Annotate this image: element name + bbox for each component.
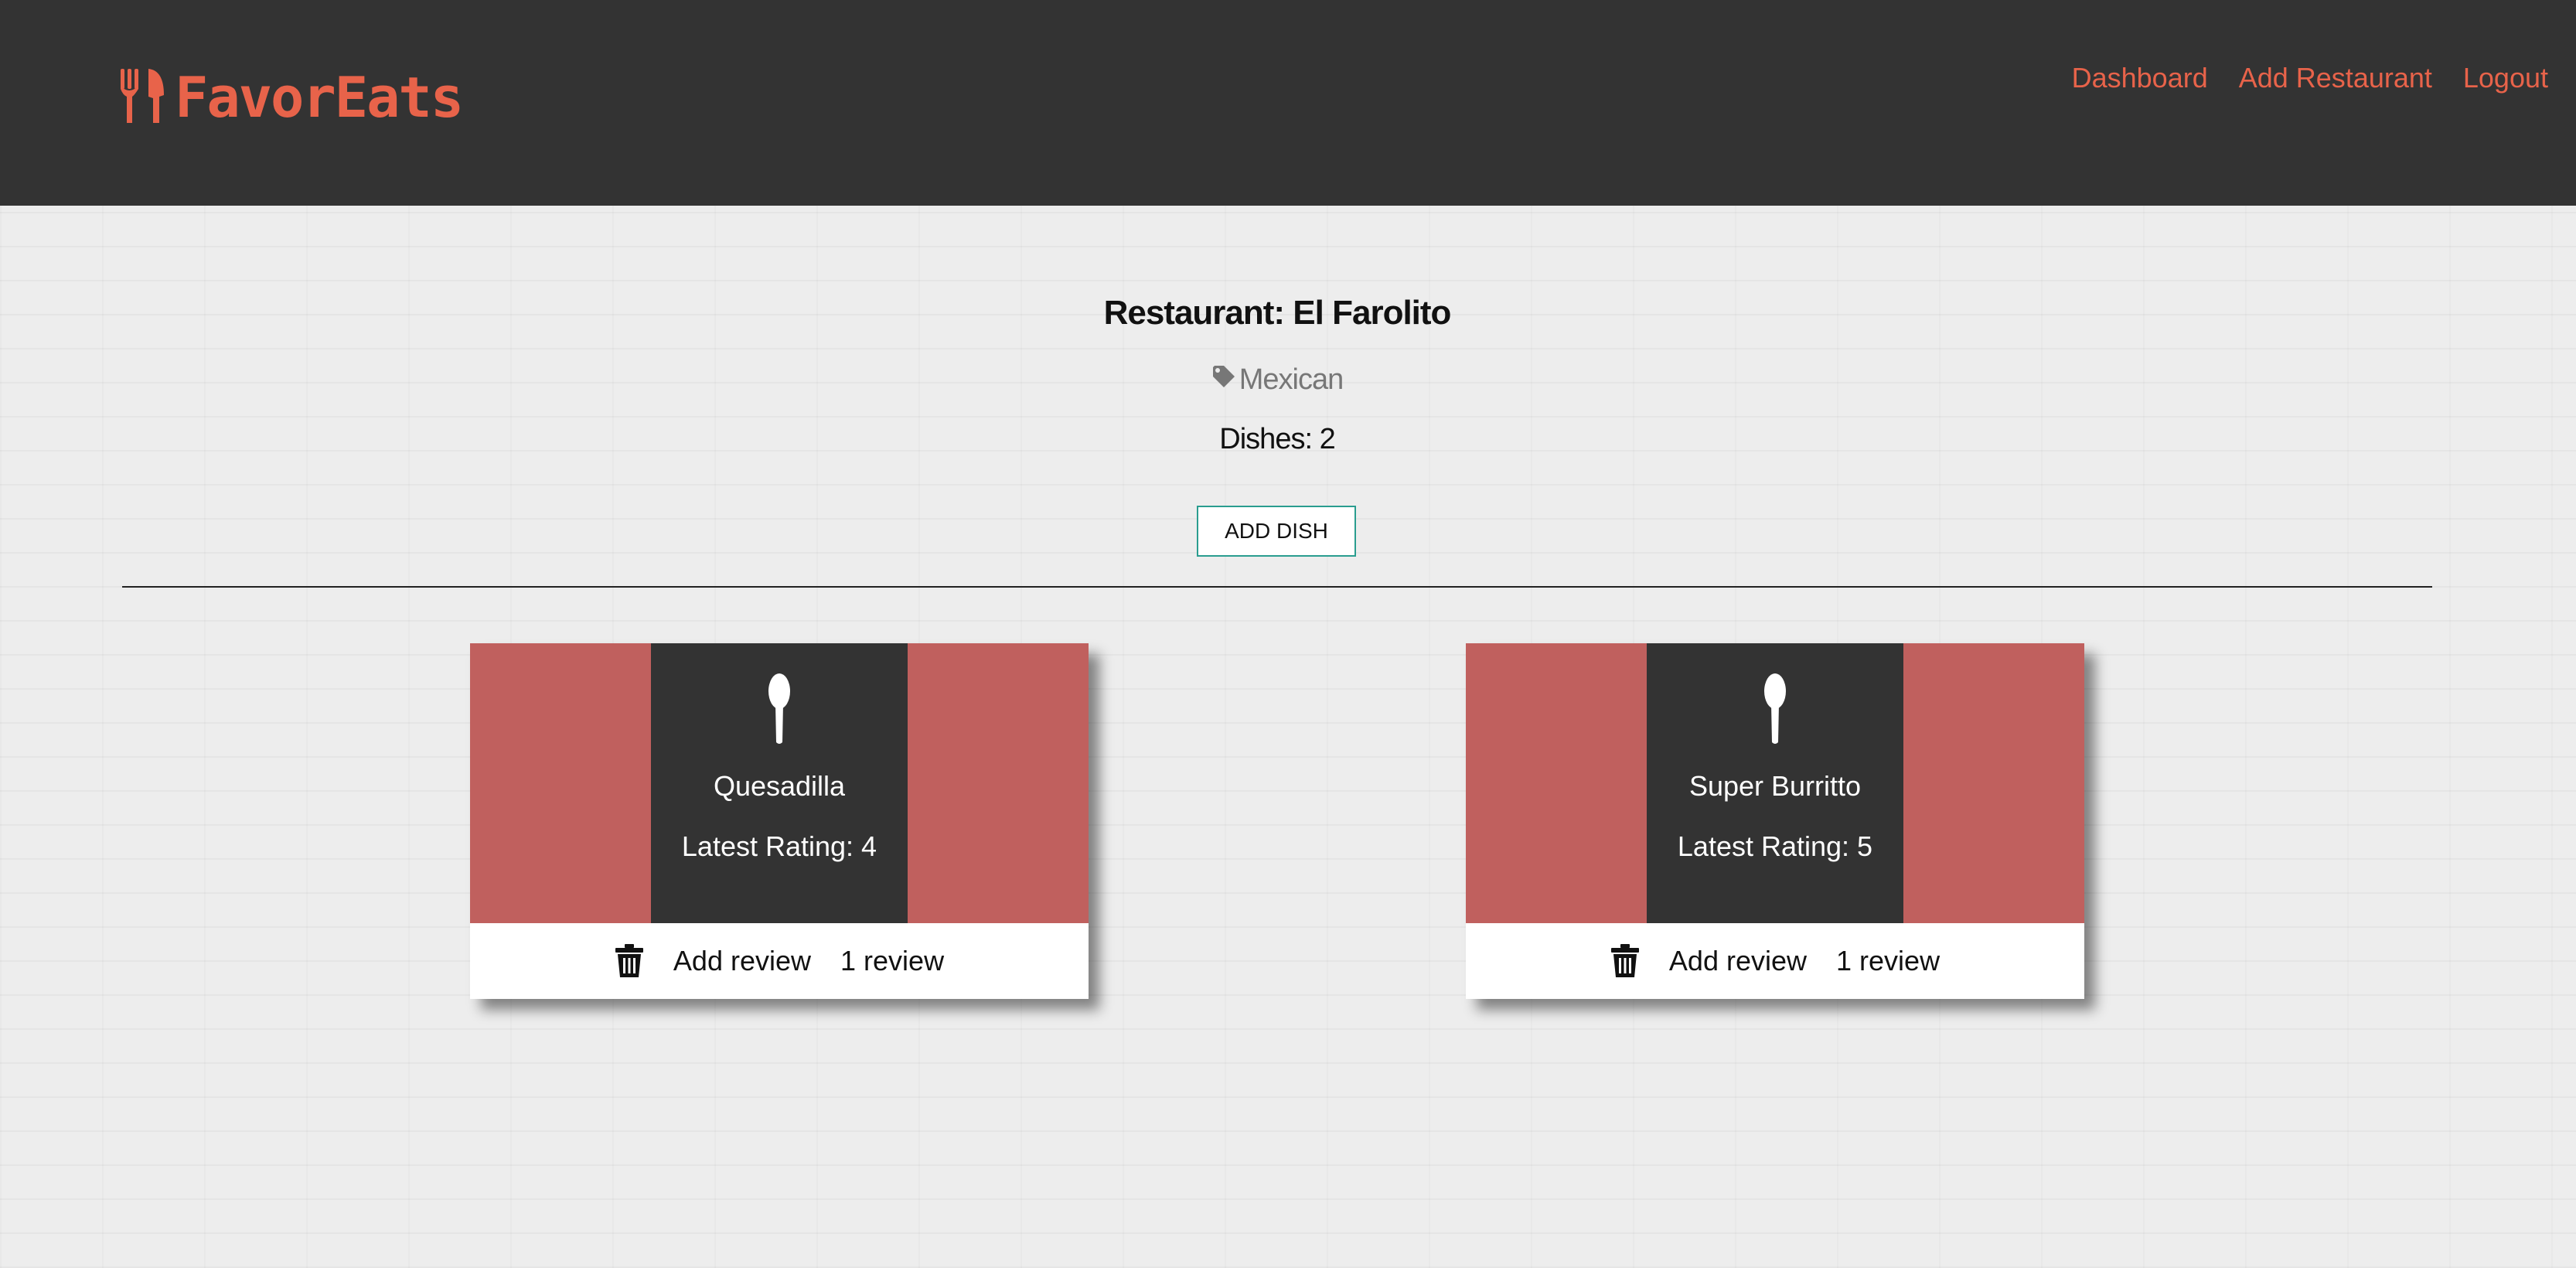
trash-icon[interactable]	[1610, 944, 1640, 978]
brand-name: FavorEats	[175, 65, 464, 130]
nav-add-restaurant-link[interactable]: Add Restaurant	[2239, 62, 2432, 94]
trash-icon[interactable]	[615, 944, 644, 978]
nav-dashboard-link[interactable]: Dashboard	[2072, 62, 2208, 94]
spoon-icon	[761, 673, 798, 751]
tag-icon	[1211, 363, 1236, 397]
nav-logout-link[interactable]: Logout	[2463, 62, 2548, 94]
navbar: FavorEats Dashboard Add Restaurant Logou…	[0, 0, 2576, 206]
restaurant-header: Restaurant: El Farolito Mexican Dishes: …	[0, 294, 2554, 456]
page-title: Restaurant: El Farolito	[1103, 294, 1452, 332]
nav-links: Dashboard Add Restaurant Logout	[2072, 62, 2548, 94]
spoon-icon	[1757, 673, 1794, 751]
fork-knife-icon	[119, 67, 167, 128]
dish-card-actions: Add review 1 review	[1466, 923, 2084, 999]
dish-name: Quesadilla	[713, 770, 846, 802]
dish-card: Quesadilla Latest Rating: 4 Add review 1…	[470, 643, 1089, 999]
review-count-link[interactable]: 1 review	[840, 945, 944, 977]
add-review-link[interactable]: Add review	[673, 945, 811, 977]
cuisine-label: Mexican	[1239, 363, 1344, 396]
dish-count: Dishes: 2	[1219, 423, 1335, 455]
dish-name: Super Burritto	[1688, 770, 1862, 802]
review-count-link[interactable]: 1 review	[1836, 945, 1940, 977]
dish-card-info: Super Burritto Latest Rating: 5	[1647, 643, 1903, 923]
dish-card-actions: Add review 1 review	[470, 923, 1089, 999]
dish-card: Super Burritto Latest Rating: 5 Add revi…	[1466, 643, 2084, 999]
divider	[122, 586, 2432, 588]
dish-latest-rating: Latest Rating: 5	[1677, 830, 1873, 862]
add-dish-button[interactable]: ADD DISH	[1197, 506, 1356, 557]
dish-card-info: Quesadilla Latest Rating: 4	[651, 643, 908, 923]
add-review-link[interactable]: Add review	[1669, 945, 1807, 977]
cuisine-tag: Mexican	[0, 363, 2554, 397]
brand-logo[interactable]: FavorEats	[119, 65, 464, 130]
dish-latest-rating: Latest Rating: 4	[681, 830, 877, 862]
